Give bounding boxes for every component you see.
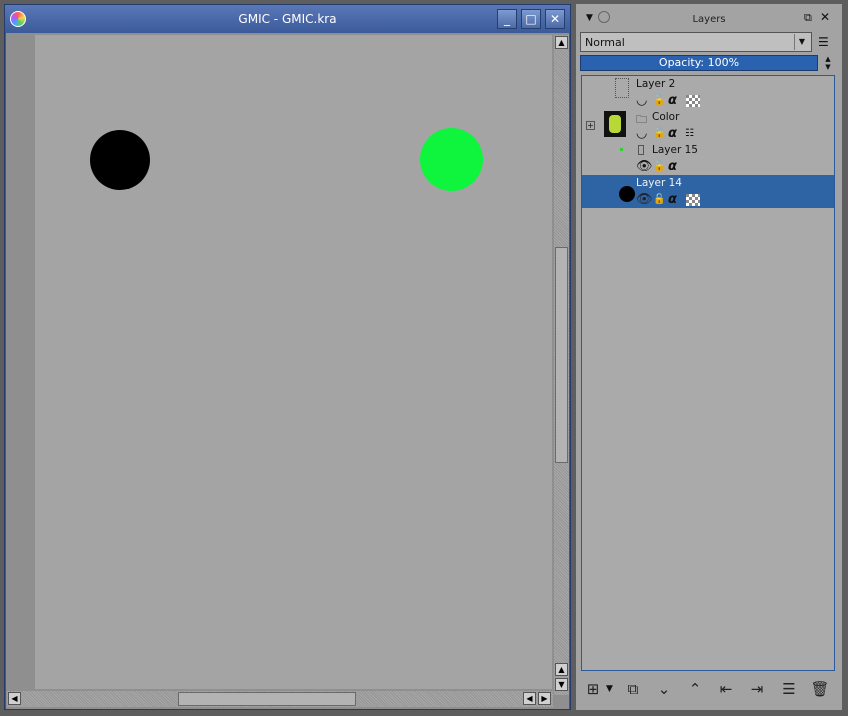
layer-properties-icon[interactable]: ☰ — [778, 678, 800, 700]
black-circle — [90, 130, 150, 190]
scroll-up-button-lower[interactable]: ▲ — [555, 663, 568, 676]
scroll-right-button[interactable]: ▶ — [538, 692, 551, 705]
lock-icon[interactable]: 🔓 — [653, 193, 665, 207]
eye-icon[interactable]: 👁 — [636, 160, 653, 174]
eye-icon[interactable]: 👁 — [636, 193, 653, 207]
layer-name: Layer 14 — [636, 177, 682, 189]
document-titlebar[interactable]: GMIC - GMIC.kra _ □ ✕ — [5, 5, 570, 33]
color-group-thumbnail — [604, 111, 626, 137]
alpha-lock-icon[interactable]: α — [668, 193, 677, 207]
opacity-slider[interactable]: Opacity: 100% — [580, 55, 818, 71]
layer-menu-icon[interactable]: ☰ — [818, 35, 829, 49]
move-layer-down-icon[interactable]: ⌄ — [653, 678, 675, 700]
scroll-up-button[interactable]: ▲ — [555, 36, 568, 49]
minimize-button[interactable]: _ — [497, 9, 517, 29]
layer-row-layer-15[interactable]: Layer 15 👁 🔓 α — [582, 142, 834, 175]
lock-icon[interactable]: 🔓 — [653, 94, 665, 108]
layer-name: Color — [652, 111, 680, 123]
add-layer-icon[interactable]: ⊞ — [582, 678, 604, 700]
layer-14-thumbnail — [619, 186, 635, 202]
visibility-hidden-icon[interactable]: ◡ — [636, 127, 647, 141]
visibility-hidden-icon[interactable]: ◡ — [636, 94, 647, 108]
blend-mode-select[interactable]: Normal ▼ — [580, 32, 812, 52]
alpha-lock-icon[interactable]: α — [668, 94, 677, 108]
add-layer-dropdown-icon[interactable]: ▼ — [606, 684, 613, 694]
canvas[interactable] — [35, 35, 552, 689]
vertical-scrollbar[interactable]: ▲ ▲ ▼ — [554, 35, 569, 695]
paint-layer-icon — [638, 145, 644, 155]
move-into-group-icon[interactable]: ⇥ — [746, 678, 768, 700]
transparency-checker-icon[interactable] — [686, 194, 700, 206]
chevron-down-icon[interactable]: ▼ — [794, 34, 809, 50]
horizontal-scrollbar[interactable]: ◀ ◀ ▶ — [7, 691, 553, 707]
document-window: GMIC - GMIC.kra _ □ ✕ ▲ ▲ ▼ ◀ ◀ ▶ — [4, 4, 571, 710]
transparency-checker-icon[interactable] — [686, 95, 700, 107]
thumbnail-figure — [609, 115, 621, 133]
blend-mode-value: Normal — [585, 36, 625, 49]
layers-docker: ▼ Layers ⧉ ✕ Normal ▼ ☰ Opacity: 100% ▲ ▼… — [576, 4, 842, 710]
horizontal-scroll-thumb[interactable] — [178, 692, 356, 706]
pass-through-icon[interactable]: ☷ — [685, 127, 694, 141]
layer-list[interactable]: Layer 2 ◡ 🔓 α + 🗀 Color ◡ 🔓 α ☷ Layer 15… — [581, 75, 835, 671]
maximize-button[interactable]: □ — [521, 9, 541, 29]
opacity-spin-buttons[interactable]: ▲ ▼ — [820, 55, 836, 71]
expand-group-icon[interactable]: + — [586, 121, 595, 130]
layer-15-thumbnail — [620, 148, 623, 151]
float-docker-icon[interactable]: ⧉ — [804, 11, 812, 25]
scroll-left-button[interactable]: ◀ — [8, 692, 21, 705]
scroll-left-button-right[interactable]: ◀ — [523, 692, 536, 705]
lock-icon[interactable]: 🔓 — [653, 127, 665, 141]
close-button[interactable]: ✕ — [545, 9, 565, 29]
close-docker-icon[interactable]: ✕ — [820, 10, 830, 24]
layer-row-layer-2[interactable]: Layer 2 ◡ 🔓 α — [582, 76, 834, 109]
alpha-lock-icon[interactable]: α — [668, 160, 677, 174]
layer-row-layer-14[interactable]: Layer 14 👁 🔓 α — [582, 175, 834, 208]
layer-name: Layer 15 — [652, 144, 698, 156]
docker-title: Layers — [692, 14, 726, 25]
scroll-down-button[interactable]: ▼ — [555, 678, 568, 691]
lock-icon[interactable]: 🔓 — [653, 160, 665, 174]
move-out-of-group-icon[interactable]: ⇤ — [715, 678, 737, 700]
window-title: GMIC - GMIC.kra — [238, 12, 337, 26]
layer-row-color-group[interactable]: + 🗀 Color ◡ 🔓 α ☷ — [582, 109, 834, 142]
green-circle — [420, 128, 483, 191]
layer-2-thumbnail — [615, 78, 629, 98]
layer-name: Layer 2 — [636, 78, 676, 90]
alpha-lock-icon[interactable]: α — [668, 127, 677, 141]
delete-layer-icon[interactable]: 🗑 — [809, 678, 831, 700]
vertical-scroll-thumb[interactable] — [555, 247, 568, 463]
canvas-area: ▲ ▲ ▼ ◀ ◀ ▶ — [6, 33, 569, 709]
move-layer-up-icon[interactable]: ⌃ — [684, 678, 706, 700]
duplicate-layer-icon[interactable]: ⧉ — [622, 678, 644, 700]
